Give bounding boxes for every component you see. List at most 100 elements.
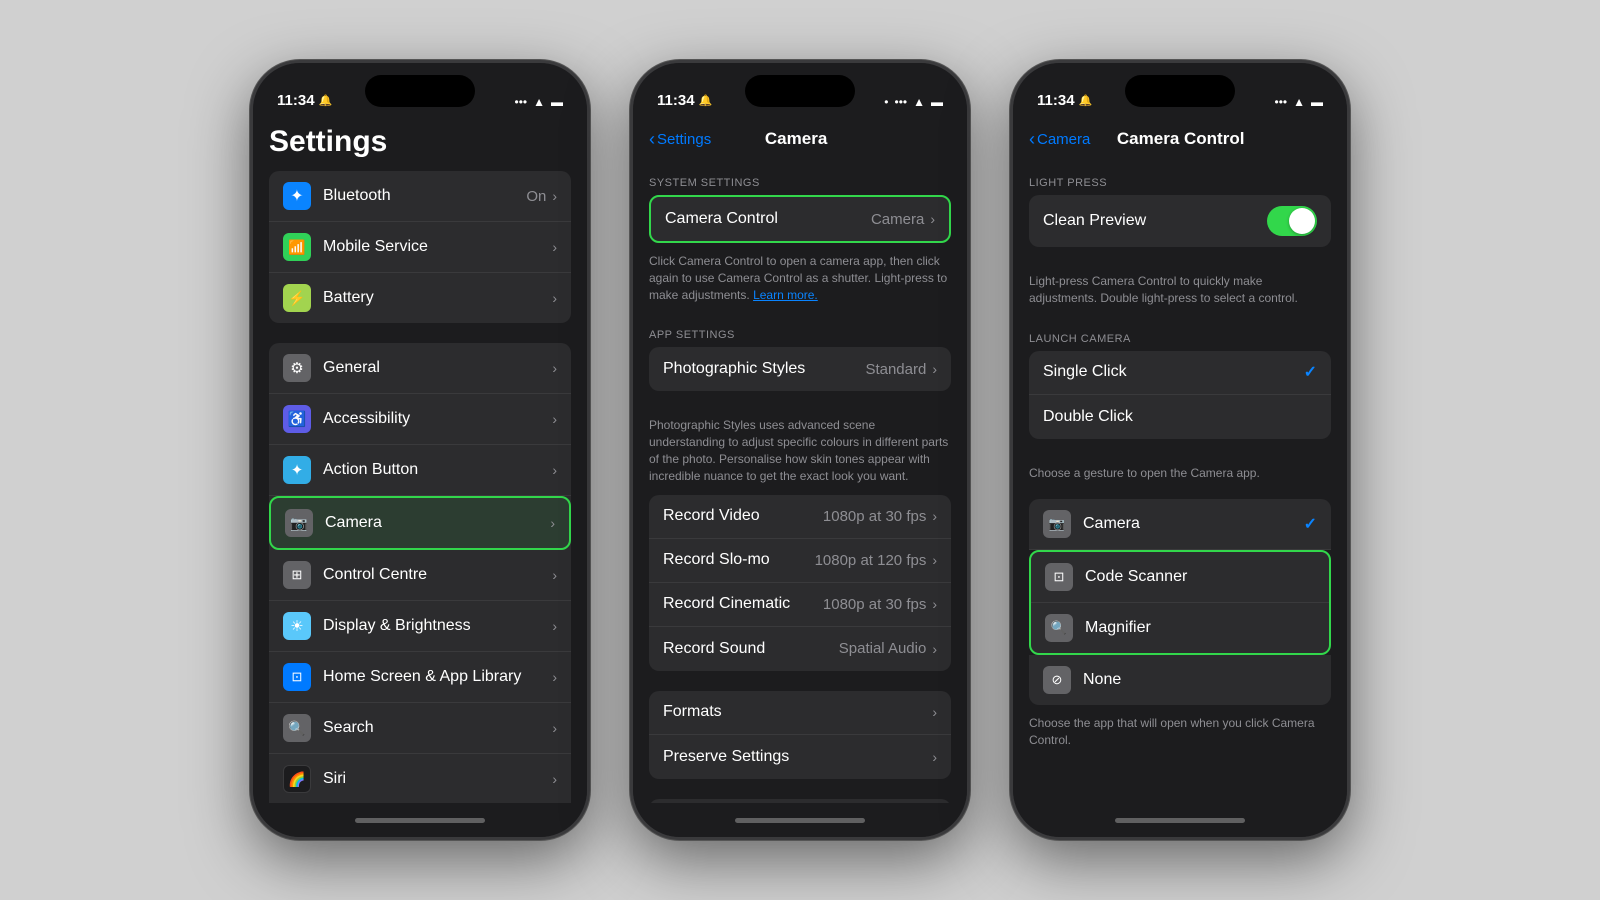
bluetooth-row[interactable]: ✦ Bluetooth On › <box>269 171 571 222</box>
camera-toggles-group: Use Volume Up for Burst Scan QR Codes Sh… <box>649 799 951 803</box>
display-brightness-row[interactable]: ☀ Display & Brightness › <box>269 601 571 652</box>
app-none-row[interactable]: ⊘ None <box>1029 655 1331 705</box>
silent-button[interactable] <box>250 163 253 193</box>
record-video-label: Record Video <box>663 507 823 525</box>
record-video-row[interactable]: Record Video 1080p at 30 fps › <box>649 495 951 539</box>
battery-chevron: › <box>552 290 557 306</box>
record-sound-chevron: › <box>932 641 937 657</box>
learn-more-link[interactable]: Learn more. <box>753 288 818 302</box>
accessibility-icon: ♿ <box>283 405 311 433</box>
record-slomo-label: Record Slo-mo <box>663 551 815 569</box>
record-cinematic-value: 1080p at 30 fps <box>823 596 926 613</box>
camera-row-chevron: › <box>550 515 555 531</box>
accessibility-label: Accessibility <box>323 410 552 428</box>
code-scanner-row[interactable]: ⊡ Code Scanner <box>1031 552 1329 603</box>
siri-chevron: › <box>552 771 557 787</box>
wifi-icon-3: ▲ <box>1293 95 1305 109</box>
wifi-icon-1: ▲ <box>533 95 545 109</box>
camera-row[interactable]: 📷 Camera › <box>269 496 571 550</box>
clean-preview-toggle[interactable] <box>1267 206 1317 236</box>
app-camera-row[interactable]: 📷 Camera ✓ <box>1029 499 1331 550</box>
control-centre-row[interactable]: ⊞ Control Centre › <box>269 550 571 601</box>
cc-scroll[interactable]: LIGHT PRESS Clean Preview Light-press Ca… <box>1013 161 1347 803</box>
camera-formats-group: Formats › Preserve Settings › <box>649 691 951 779</box>
gesture-group: Single Click ✓ Double Click <box>1029 351 1331 439</box>
record-slomo-value: 1080p at 120 fps <box>815 552 927 569</box>
dots-icon-2: ••• <box>895 95 908 109</box>
volume-burst-row[interactable]: Use Volume Up for Burst <box>649 799 951 803</box>
single-click-row[interactable]: Single Click ✓ <box>1029 351 1331 395</box>
photo-styles-chevron: › <box>932 361 937 377</box>
volume-down-button[interactable] <box>250 253 253 293</box>
magnifier-row[interactable]: 🔍 Magnifier <box>1031 603 1329 653</box>
action-button-row[interactable]: ✦ Action Button › <box>269 445 571 496</box>
record-video-chevron: › <box>932 508 937 524</box>
none-label: None <box>1083 671 1317 689</box>
battery-row[interactable]: ⚡ Battery › <box>269 273 571 323</box>
search-row[interactable]: 🔍 Search › <box>269 703 571 754</box>
photo-styles-row[interactable]: Photographic Styles Standard › <box>649 347 951 391</box>
double-click-row[interactable]: Double Click <box>1029 395 1331 439</box>
record-cinematic-row[interactable]: Record Cinematic 1080p at 30 fps › <box>649 583 951 627</box>
magnifier-icon: 🔍 <box>1045 614 1073 642</box>
control-centre-chevron: › <box>552 567 557 583</box>
record-slomo-chevron: › <box>932 552 937 568</box>
record-slomo-row[interactable]: Record Slo-mo 1080p at 120 fps › <box>649 539 951 583</box>
power-button-2[interactable] <box>967 223 970 283</box>
record-sound-label: Record Sound <box>663 640 839 658</box>
general-icon: ⚙ <box>283 354 311 382</box>
cc-nav-bar: ‹ Camera Camera Control <box>1013 117 1347 161</box>
power-button-3[interactable] <box>1347 223 1350 283</box>
volume-down-button-2[interactable] <box>630 253 633 293</box>
camera-app-group: Photographic Styles Standard › <box>649 347 951 391</box>
preserve-settings-row[interactable]: Preserve Settings › <box>649 735 951 779</box>
home-indicator-2 <box>633 803 967 837</box>
system-settings-label: SYSTEM SETTINGS <box>633 161 967 195</box>
general-label: General <box>323 359 552 377</box>
highlighted-app-options: ⊡ Code Scanner 🔍 Magnifier <box>1029 550 1331 655</box>
camera-control-chevron: › <box>930 211 935 227</box>
camera-back-button[interactable]: ‹ Settings <box>649 130 711 148</box>
action-button-chevron: › <box>552 462 557 478</box>
settings-group-main: ⚙ General › ♿ Accessibility › <box>269 343 571 803</box>
camera-control-row[interactable]: Camera Control Camera › <box>651 197 949 241</box>
volume-up-button-3[interactable] <box>1010 203 1013 243</box>
camera-control-desc: Click Camera Control to open a camera ap… <box>633 247 967 313</box>
battery-label: Battery <box>323 289 552 307</box>
display-brightness-chevron: › <box>552 618 557 634</box>
clean-preview-row[interactable]: Clean Preview <box>1029 195 1331 247</box>
general-row[interactable]: ⚙ General › <box>269 343 571 394</box>
status-icons-1: ••• ▲ ▬ <box>515 95 564 109</box>
volume-down-button-3[interactable] <box>1010 253 1013 293</box>
cc-back-button[interactable]: ‹ Camera <box>1029 130 1090 148</box>
siri-row[interactable]: 🌈 Siri › <box>269 754 571 803</box>
light-press-label: LIGHT PRESS <box>1013 161 1347 195</box>
silent-button-2[interactable] <box>630 163 633 193</box>
preserve-settings-label: Preserve Settings <box>663 748 932 766</box>
bluetooth-label: Bluetooth <box>323 187 526 205</box>
record-sound-row[interactable]: Record Sound Spatial Audio › <box>649 627 951 671</box>
volume-up-button-2[interactable] <box>630 203 633 243</box>
accessibility-row[interactable]: ♿ Accessibility › <box>269 394 571 445</box>
formats-row[interactable]: Formats › <box>649 691 951 735</box>
volume-up-button[interactable] <box>250 203 253 243</box>
camera-control-group: Camera Control Camera › <box>649 195 951 243</box>
mobile-service-row[interactable]: 📶 Mobile Service › <box>269 222 571 273</box>
mobile-service-label: Mobile Service <box>323 238 552 256</box>
single-click-label: Single Click <box>1043 363 1304 381</box>
camera-scroll[interactable]: SYSTEM SETTINGS Camera Control Camera › … <box>633 161 967 803</box>
control-centre-icon: ⊞ <box>283 561 311 589</box>
silent-button-3[interactable] <box>1010 163 1013 193</box>
bluetooth-value: On <box>526 188 546 205</box>
battery-icon-3: ▬ <box>1311 95 1323 109</box>
home-screen-row[interactable]: ⊡ Home Screen & App Library › <box>269 652 571 703</box>
camera-control-label: Camera Control <box>665 210 871 228</box>
home-indicator-3 <box>1013 803 1347 837</box>
app-camera-label: Camera <box>1083 515 1304 533</box>
power-button[interactable] <box>587 223 590 283</box>
camera-control-value: Camera <box>871 211 924 228</box>
settings-scroll[interactable]: ✦ Bluetooth On › 📶 Mobile Service › <box>253 171 587 803</box>
wifi-icon-2: ▲ <box>913 95 925 109</box>
status-time-3: 11:34 🔔 <box>1037 92 1092 109</box>
none-icon: ⊘ <box>1043 666 1071 694</box>
